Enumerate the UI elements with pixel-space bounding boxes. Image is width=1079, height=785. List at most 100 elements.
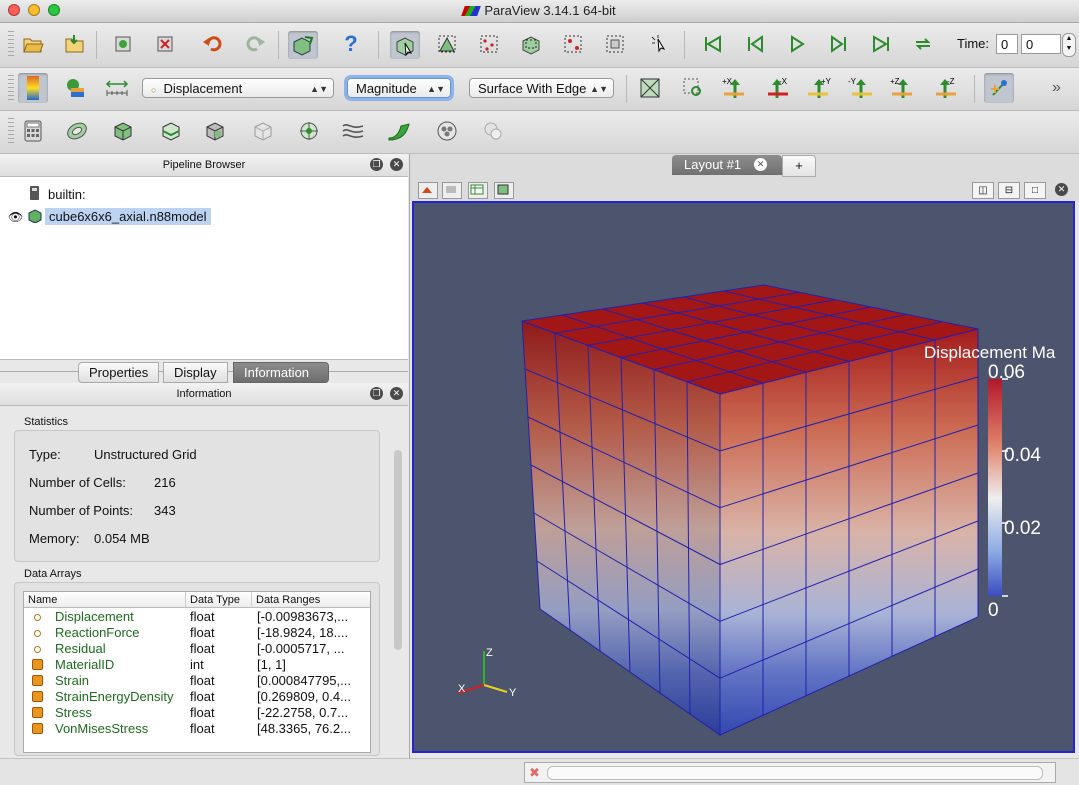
pipeline-item-builtin[interactable]: builtin:	[48, 187, 86, 202]
last-frame-icon[interactable]	[868, 31, 894, 57]
select-points-on-icon[interactable]	[476, 31, 502, 57]
layout-tab[interactable]: Layout #1 ✕	[672, 155, 782, 175]
previous-frame-icon[interactable]	[742, 31, 768, 57]
table-row[interactable]: ReactionForce float [-18.9824, 18....	[24, 625, 370, 641]
visibility-eye-icon[interactable]: 👁	[8, 210, 23, 224]
tab-properties[interactable]: Properties	[78, 362, 160, 383]
toolbar-overflow-button[interactable]: »	[1052, 79, 1061, 97]
tab-display[interactable]: Display	[163, 362, 228, 383]
view-plus-x-icon[interactable]: +X	[722, 75, 748, 101]
view-plus-y-icon[interactable]: +Y	[806, 75, 832, 101]
time-step-spinbox[interactable]: 0	[1021, 34, 1061, 54]
clip-icon[interactable]	[110, 118, 136, 144]
add-layout-tab-button[interactable]: +	[782, 155, 816, 177]
close-view-icon[interactable]: ✕	[1055, 183, 1068, 196]
table-row[interactable]: Strain float [0.000847795,...	[24, 673, 370, 689]
table-row[interactable]: Stress float [-22.2758, 0.7...	[24, 705, 370, 721]
extract-subset-icon[interactable]	[250, 118, 276, 144]
table-row[interactable]: MaterialID int [1, 1]	[24, 657, 370, 673]
representation-combo[interactable]: Surface With Edges ▲▼	[469, 78, 614, 98]
threshold-icon[interactable]	[202, 118, 228, 144]
slice-icon[interactable]	[158, 118, 184, 144]
svg-text:-Z: -Z	[947, 77, 955, 86]
toolbar-grip[interactable]	[8, 31, 14, 59]
select-cells-through-icon[interactable]	[518, 31, 544, 57]
mesh-cube[interactable]	[521, 284, 979, 736]
view-selection-icon[interactable]	[442, 182, 462, 199]
tab-information[interactable]: Information	[233, 362, 329, 383]
column-header-name[interactable]: Name	[24, 592, 186, 608]
calculator-icon[interactable]	[20, 118, 46, 144]
color-legend-bar[interactable]	[988, 379, 1002, 596]
view-capture-icon[interactable]	[494, 182, 514, 199]
contour-icon[interactable]	[64, 118, 90, 144]
interactive-select-icon[interactable]	[646, 31, 672, 57]
edit-color-map-icon[interactable]	[62, 75, 88, 101]
cube-render[interactable]: Displacement Ma 0.06 0.04 0.02 0 Z Y X	[414, 203, 1073, 751]
close-layout-tab-icon[interactable]: ✕	[754, 158, 767, 171]
toolbar-grip[interactable]	[8, 118, 14, 146]
color-legend-title: Displacement Ma	[924, 343, 1056, 362]
glyph-icon[interactable]	[296, 118, 322, 144]
interact-mode-icon[interactable]	[390, 31, 420, 59]
view-minus-z-icon[interactable]: -Z	[932, 75, 958, 101]
close-panel-icon[interactable]: ✕	[390, 158, 403, 171]
toggle-color-legend-icon[interactable]	[18, 73, 48, 103]
panel-scrollbar[interactable]	[394, 450, 402, 650]
abort-icon[interactable]: ✖	[529, 765, 540, 781]
loop-icon[interactable]	[910, 31, 936, 57]
render-view[interactable]: Displacement Ma 0.06 0.04 0.02 0 Z Y X	[412, 201, 1075, 753]
toolbar-grip[interactable]	[8, 75, 14, 103]
view-spreadsheet-icon[interactable]	[468, 182, 488, 199]
select-points-through-icon[interactable]	[560, 31, 586, 57]
play-icon[interactable]	[784, 31, 810, 57]
maximize-view-icon[interactable]: □	[1024, 182, 1046, 199]
undock-icon[interactable]: ❐	[370, 387, 383, 400]
help-icon[interactable]: ?	[338, 31, 364, 57]
redo-icon[interactable]	[242, 31, 268, 57]
disconnect-server-icon[interactable]	[152, 31, 178, 57]
first-frame-icon[interactable]	[700, 31, 726, 57]
save-file-icon[interactable]	[62, 31, 88, 57]
view-plus-z-icon[interactable]: +Z	[890, 75, 916, 101]
time-step-spinner-arrows[interactable]: ▲ ▼	[1062, 33, 1076, 57]
array-data-range: [-0.0005717, ...	[257, 641, 345, 656]
split-horizontal-icon[interactable]: ◫	[972, 182, 994, 199]
group-datasets-icon[interactable]	[434, 118, 460, 144]
next-frame-icon[interactable]	[826, 31, 852, 57]
component-combo[interactable]: Magnitude ▲▼	[347, 78, 451, 98]
array-data-type: int	[190, 657, 204, 672]
zoom-to-box-icon[interactable]	[680, 75, 706, 101]
color-array-combo[interactable]: ○ Displacement ▲▼	[142, 78, 334, 98]
table-row[interactable]: Residual float [-0.0005717, ...	[24, 641, 370, 657]
table-row[interactable]: StrainEnergyDensity float [0.269809, 0.4..…	[24, 689, 370, 705]
open-file-icon[interactable]	[20, 31, 46, 57]
table-row[interactable]: Displacement float [-0.00983673,...	[24, 609, 370, 625]
view-minus-x-icon[interactable]: -X	[764, 75, 790, 101]
close-panel-icon[interactable]: ✕	[390, 387, 403, 400]
axis-label-z: Z	[486, 647, 493, 659]
array-data-range: [-18.9824, 18....	[257, 625, 349, 640]
select-block-icon[interactable]	[602, 31, 628, 57]
warp-by-vector-icon[interactable]	[386, 118, 412, 144]
extract-level-icon[interactable]	[480, 118, 506, 144]
stream-tracer-icon[interactable]	[340, 118, 366, 144]
view-minus-y-icon[interactable]: -Y	[848, 75, 874, 101]
time-value-field[interactable]: 0	[996, 34, 1018, 54]
undock-icon[interactable]: ❐	[370, 158, 383, 171]
split-vertical-icon[interactable]: ⊟	[998, 182, 1020, 199]
show-center-axes-icon[interactable]	[984, 73, 1014, 103]
rescale-to-data-range-icon[interactable]	[104, 75, 130, 101]
points-label: Number of Points:	[29, 503, 134, 518]
pipeline-item-model[interactable]: cube6x6x6_axial.n88model	[45, 208, 211, 225]
table-row[interactable]: VonMisesStress float [48.3365, 76.2...	[24, 721, 370, 737]
column-header-data-ranges[interactable]: Data Ranges	[252, 592, 370, 608]
view-camera-icon[interactable]	[418, 182, 438, 199]
column-header-data-type[interactable]: Data Type	[186, 592, 252, 608]
splitter[interactable]	[409, 154, 410, 758]
connect-server-icon[interactable]	[110, 31, 136, 57]
select-cells-on-icon[interactable]	[434, 31, 460, 57]
undo-icon[interactable]	[200, 31, 226, 57]
camera-undo-icon[interactable]	[288, 31, 318, 59]
reset-camera-icon[interactable]	[637, 75, 663, 101]
